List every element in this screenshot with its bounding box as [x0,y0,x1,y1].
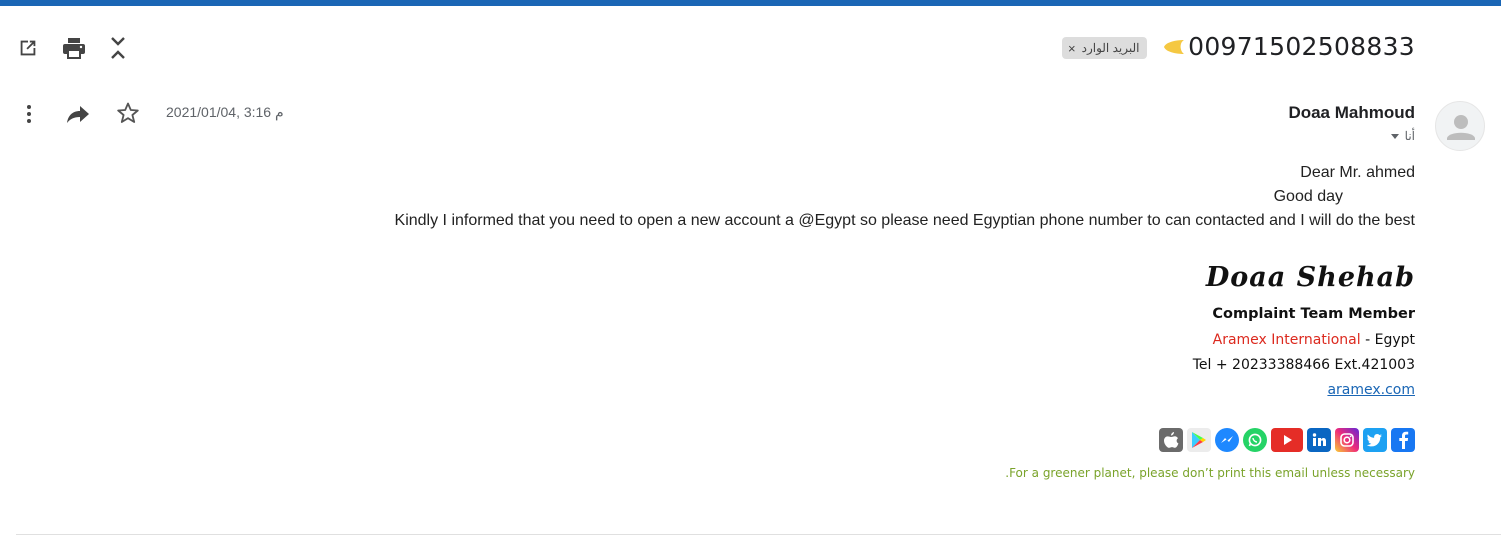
recipient-label: أنا [1404,129,1415,143]
company-location: - Egypt [1360,332,1415,348]
chevron-down-icon [1390,133,1399,139]
google-play-icon[interactable] [1187,428,1211,452]
message-date: 2021/01/04, 3:16 م [166,104,284,120]
remove-label-button[interactable]: × [1068,41,1076,56]
star-icon[interactable] [114,99,142,127]
avatar[interactable] [1435,101,1485,151]
open-in-new-window-icon[interactable] [14,34,42,62]
signature-company: Aramex International - Egypt [1213,332,1415,348]
inbox-label-text: البريد الوارد [1081,41,1140,55]
sender-name[interactable]: Doaa Mahmoud [1288,103,1415,123]
divider [16,534,1501,535]
forward-icon[interactable] [64,100,92,128]
green-note: .For a greener planet, please don’t prin… [1005,466,1415,480]
whatsapp-icon[interactable] [1243,428,1267,452]
recipient-details[interactable]: أنا [1390,129,1415,143]
website-link[interactable]: aramex.com [1327,382,1415,398]
social-links [1159,428,1415,452]
signature-title: Complaint Team Member [1212,306,1415,322]
instagram-icon[interactable] [1335,428,1359,452]
facebook-icon[interactable] [1391,428,1415,452]
body-line: Good day [1273,188,1343,205]
company-name: Aramex International [1212,332,1361,348]
collapse-all-icon[interactable] [104,34,132,62]
thread-subject: 00971502508833 [1188,32,1415,61]
signature-phone: Tel + 20233388466 Ext.421003 [1192,357,1415,373]
body-line: Kindly I informed that you need to open … [394,212,1415,229]
importance-marker-icon[interactable] [1162,38,1186,56]
signature-name: Doaa Shehab [1205,262,1415,293]
messenger-icon[interactable] [1215,428,1239,452]
more-options-icon[interactable] [15,100,43,128]
youtube-icon[interactable] [1271,428,1303,452]
linkedin-icon[interactable] [1307,428,1331,452]
apple-icon[interactable] [1159,428,1183,452]
body-line: Dear Mr. ahmed [1300,164,1415,181]
twitter-icon[interactable] [1363,428,1387,452]
print-icon[interactable] [60,34,88,62]
top-accent-bar [0,0,1501,6]
inbox-label-chip[interactable]: × البريد الوارد [1062,37,1148,59]
